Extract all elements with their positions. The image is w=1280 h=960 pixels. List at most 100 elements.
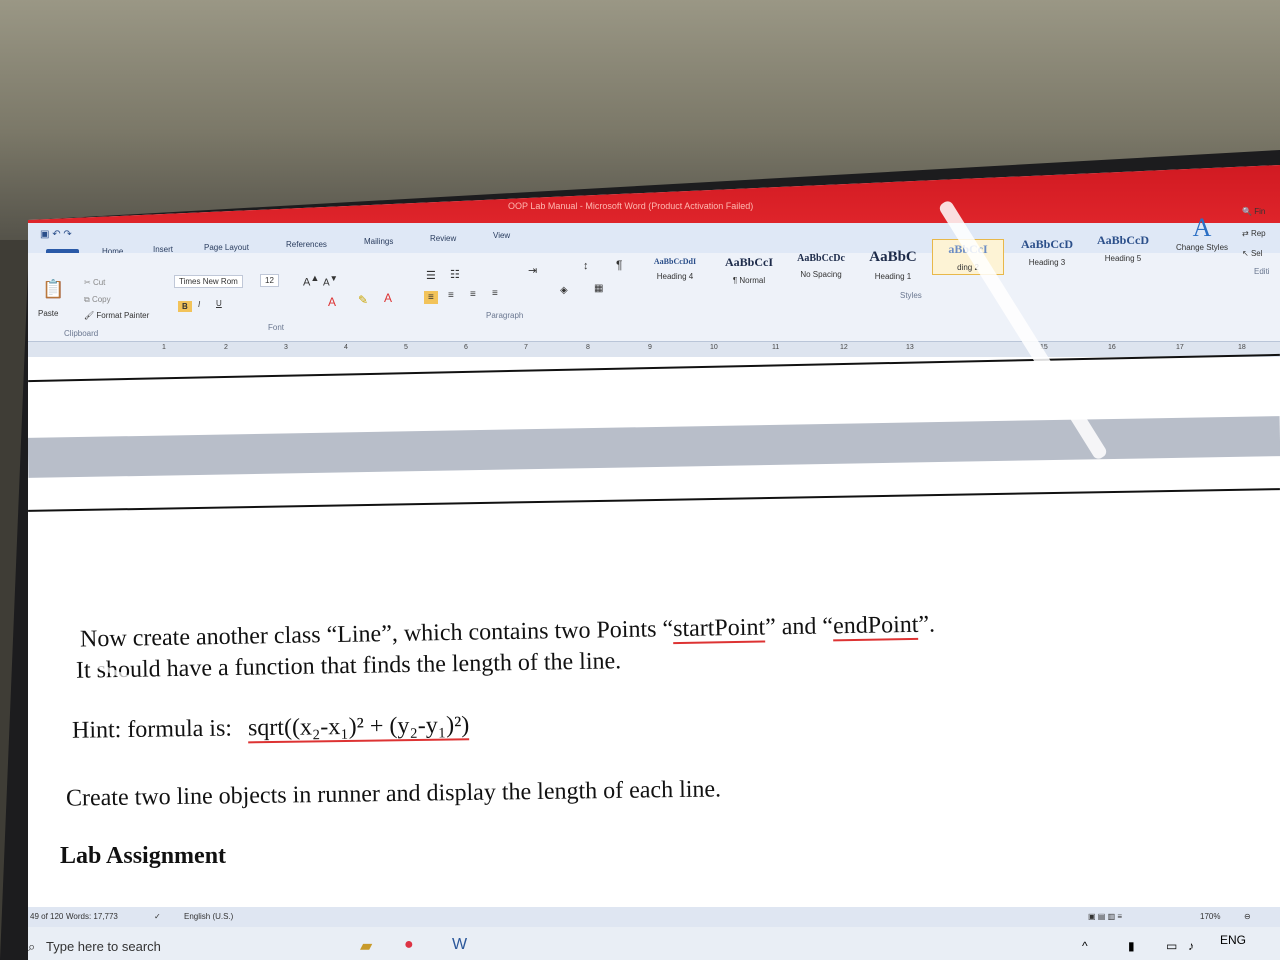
tab-view[interactable]: View [493,231,510,240]
ruler-number: 11 [772,344,780,351]
highlight-icon[interactable]: ✎ [358,293,368,307]
page-top-rule [28,488,1280,512]
text-run: Now create another class “Line”, which c… [79,616,674,653]
style-sample: AaBbCcD [1096,233,1149,247]
taskbar-search[interactable]: ⌕ Type here to search [28,932,328,960]
indent-icon[interactable]: ⇥ [528,264,537,277]
tab-references[interactable]: References [286,240,327,249]
change-styles-label: Change Styles [1175,243,1229,252]
font-size-select[interactable]: 12 [260,274,279,287]
select-button[interactable]: ↖ Sel [1242,249,1263,258]
tab-review[interactable]: Review [430,234,456,243]
style-sample: AaBbCcDdI [653,257,697,266]
ruler-number: 3 [284,344,288,351]
underline-button[interactable]: U [216,299,222,308]
redo-icon[interactable]: ↷ [63,229,71,240]
zoom-out-icon[interactable]: ⊖ [1244,912,1251,921]
word-count[interactable]: Words: 17,773 [66,912,118,921]
hint-formula: sqrt((x₂-x₁)² + (y₂-y₁)²) [247,712,470,744]
network-icon[interactable]: ▮ [1128,939,1135,953]
style-heading-5[interactable]: AaBbCcD Heading 5 [1088,233,1158,263]
format-painter-button[interactable]: 🖌 Format Painter [84,311,149,320]
view-buttons[interactable]: ▣ ▤ ▥ ≡ [1088,912,1122,921]
language-tray[interactable]: ENG [1220,933,1246,947]
ruler-number: 6 [464,344,468,351]
numbering-icon[interactable]: ☷ [450,268,460,281]
header-rule [28,353,1280,383]
tab-page-layout[interactable]: Page Layout [204,243,249,252]
text-color-icon[interactable]: A [384,291,392,305]
find-button[interactable]: 🔍 Fin [1242,207,1265,216]
paste-icon[interactable]: 📋 [42,279,64,300]
chrome-icon[interactable]: ● [404,936,414,954]
spelling-error-start-point: startPoint [672,614,766,645]
replace-button[interactable]: ⇄ Rep [1242,229,1266,238]
align-right-button[interactable]: ≡ [470,289,476,300]
align-center-button[interactable]: ≡ [448,290,454,301]
ruler-number: 8 [586,344,590,351]
style-name: No Spacing [800,270,842,279]
file-explorer-icon[interactable]: ▰ [360,936,372,956]
copy-button[interactable]: ⧉ Copy [84,295,111,305]
volume-icon[interactable]: ♪ [1188,939,1194,953]
ruler-number: 10 [710,344,718,351]
style-heading-4[interactable]: AaBbCcDdI Heading 4 [644,257,706,281]
style-name: Heading 4 [656,272,694,281]
style-name: ¶ Normal [732,276,766,285]
style-name: Heading 5 [1104,254,1142,263]
proofing-icon[interactable]: ✓ [154,912,161,921]
shrink-font-button[interactable]: A▼ [323,273,338,288]
borders-icon[interactable]: ▦ [594,283,603,294]
ruler-number: 2 [224,344,228,351]
status-bar: 49 of 120 Words: 17,773 ✓ English (U.S.)… [28,907,1280,927]
style-heading-3[interactable]: AaBbCcD Heading 3 [1012,237,1082,267]
change-styles-button[interactable]: A Change Styles [1174,213,1230,252]
word-icon[interactable]: W [452,936,467,954]
style-heading-1[interactable]: AaBbC Heading 1 [860,249,926,281]
tab-mailings[interactable]: Mailings [364,237,393,246]
show-formatting-button[interactable]: ¶ [616,258,622,272]
ruler-number: 7 [524,344,528,351]
italic-button[interactable]: I [198,300,200,309]
bold-button[interactable]: B [178,301,192,312]
grow-font-button[interactable]: A▲ [303,273,319,289]
ruler-number: 18 [1238,344,1246,351]
quick-access-toolbar: ▣ ↶ ↷ [40,229,72,240]
ruler-number: 4 [344,344,348,351]
ribbon: 📋 Paste ✂ Cut ⧉ Copy 🖌 Format Painter Cl… [28,207,1280,346]
language-indicator[interactable]: English (U.S.) [184,912,233,921]
horizontal-ruler[interactable]: 1 2 3 4 5 6 7 8 9 10 11 12 13 15 16 17 1… [28,341,1280,358]
search-placeholder: Type here to search [46,939,161,954]
sort-icon[interactable]: ↕ [583,260,589,272]
ruler-number: 9 [648,344,652,351]
align-left-button[interactable]: ≡ [424,291,438,304]
ruler-number: 17 [1176,344,1184,351]
paragraph-hint: Hint: formula is: sqrt((x₂-x₁)² + (y₂-y₁… [72,712,470,745]
style-sample: AaBbCcD [1020,237,1073,251]
justify-button[interactable]: ≡ [492,288,498,299]
format-painter-label: Format Painter [96,311,150,320]
paragraph-group-label: Paragraph [486,311,524,320]
font-color-icon[interactable]: A [328,295,336,309]
window-title: OOP Lab Manual - Microsoft Word (Product… [508,201,754,211]
page-count[interactable]: 49 of 120 [30,912,63,921]
style-sample: AaBbCcI [724,255,773,269]
ruler-number: 16 [1108,344,1116,351]
find-label: Fin [1254,207,1266,216]
chevron-up-icon[interactable]: ^ [1082,939,1088,953]
bullets-icon[interactable]: ☰ [426,269,436,282]
font-name-select[interactable]: Times New Rom [174,275,243,288]
shading-icon[interactable]: ◈ [560,285,568,296]
paste-button[interactable]: Paste [38,309,58,318]
cut-button[interactable]: ✂ Cut [84,278,105,287]
taskbar: ⌕ Type here to search ▰ ● W ^ ▮ ▭ ♪ ENG [28,927,1280,960]
zoom-level[interactable]: 170% [1200,912,1220,921]
undo-icon[interactable]: ↶ [52,229,60,240]
battery-icon[interactable]: ▭ [1166,939,1177,953]
style-name: Heading 1 [874,272,912,281]
replace-label: Rep [1250,229,1266,238]
style-normal[interactable]: AaBbCcI ¶ Normal [716,255,782,285]
style-no-spacing[interactable]: AaBbCcDc No Spacing [788,253,854,279]
save-icon[interactable]: ▣ [40,229,49,240]
style-name: Heading 3 [1028,258,1066,267]
